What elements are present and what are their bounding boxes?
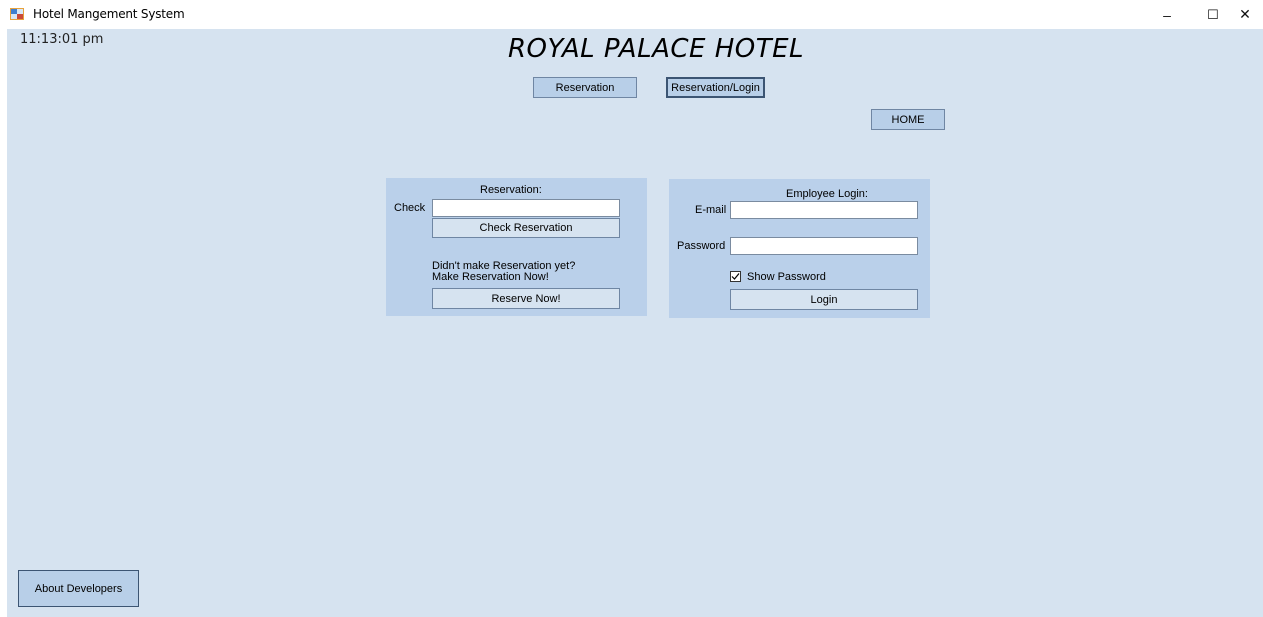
email-label: E-mail bbox=[695, 204, 727, 216]
show-password-checkbox[interactable] bbox=[730, 271, 741, 282]
employee-login-panel: Employee Login: E-mail Password Show Pas… bbox=[669, 179, 930, 318]
minimize-button[interactable]: – bbox=[1144, 0, 1190, 29]
check-reservation-input[interactable] bbox=[432, 199, 620, 217]
maximize-icon: ☐ bbox=[1207, 6, 1219, 22]
reserve-now-button[interactable]: Reserve Now! bbox=[432, 288, 620, 309]
check-label: Check bbox=[394, 202, 426, 214]
login-button[interactable]: Login bbox=[730, 289, 918, 310]
email-input[interactable] bbox=[730, 201, 918, 219]
app-icon bbox=[10, 8, 24, 20]
reservation-nav-button[interactable]: Reservation bbox=[533, 77, 637, 98]
close-button[interactable]: ✕ bbox=[1227, 0, 1263, 29]
reservation-panel: Reservation: Check Check Reservation Did… bbox=[386, 178, 647, 316]
title-bar: Hotel Mangement System – ☐ ✕ bbox=[0, 0, 1263, 30]
show-password-label[interactable]: Show Password bbox=[747, 271, 826, 283]
employee-login-heading: Employee Login: bbox=[786, 188, 868, 200]
check-reservation-button[interactable]: Check Reservation bbox=[432, 218, 620, 238]
close-icon: ✕ bbox=[1239, 6, 1251, 22]
home-button[interactable]: HOME bbox=[871, 109, 945, 130]
hotel-title: ROYAL PALACE HOTEL bbox=[507, 34, 805, 64]
main-form: 11:13:01 pm ROYAL PALACE HOTEL Reservati… bbox=[7, 29, 1263, 617]
app-window: Hotel Mangement System – ☐ ✕ 11:13:01 pm… bbox=[0, 0, 1263, 617]
password-input[interactable] bbox=[730, 237, 918, 255]
reservation-heading: Reservation: bbox=[480, 184, 542, 196]
minimize-icon: – bbox=[1163, 6, 1171, 23]
reservation-prompt-line2: Make Reservation Now! bbox=[432, 271, 549, 283]
checkmark-icon bbox=[731, 273, 740, 280]
about-developers-button[interactable]: About Developers bbox=[18, 570, 139, 607]
reservation-login-nav-button[interactable]: Reservation/Login bbox=[666, 77, 765, 98]
password-label: Password bbox=[677, 240, 726, 252]
window-title: Hotel Mangement System bbox=[33, 7, 185, 21]
